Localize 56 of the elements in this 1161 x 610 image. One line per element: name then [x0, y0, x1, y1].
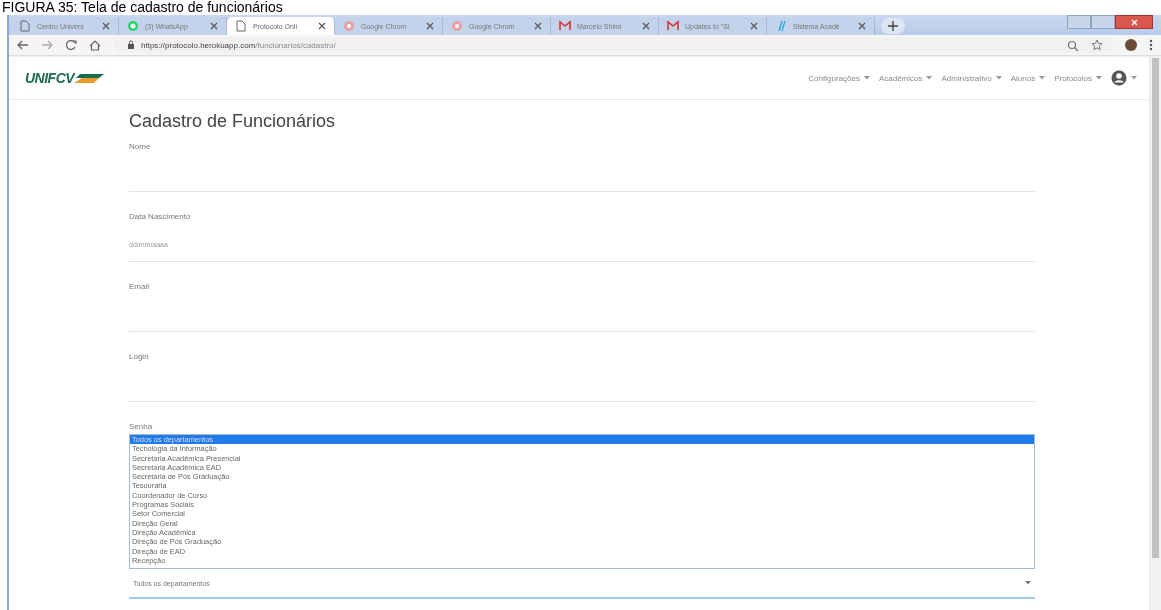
scrollbar[interactable] — [1149, 56, 1161, 610]
lock-icon — [127, 40, 135, 50]
close-icon[interactable] — [858, 22, 866, 30]
caret-icon — [995, 76, 1002, 80]
nav-menu[interactable]: Acadêmicos — [878, 73, 933, 83]
close-button[interactable] — [1115, 15, 1153, 29]
url-text: https://protocolo.herokuapp.com/funcionarios/cadastro/ — [141, 40, 336, 50]
caret-icon — [1131, 76, 1137, 80]
close-icon[interactable] — [426, 22, 434, 30]
field-label: Data Nascimento — [129, 212, 192, 223]
caret-icon — [926, 76, 933, 80]
mail-icon — [667, 20, 679, 32]
back-icon[interactable] — [17, 40, 29, 50]
user-menu[interactable] — [1111, 70, 1137, 86]
new-tab-button[interactable] — [881, 18, 905, 34]
caret-icon — [1096, 76, 1102, 80]
reload-icon[interactable] — [65, 40, 77, 50]
close-icon[interactable] — [210, 22, 218, 30]
user-icon — [1111, 70, 1127, 86]
page-icon — [235, 20, 247, 32]
address-field[interactable]: https://protocolo.herokuapp.com/funcionarios/cadastro/ — [113, 37, 1113, 53]
field-label: Nome — [129, 142, 152, 153]
close-icon[interactable] — [750, 22, 758, 30]
caret-icon — [1039, 76, 1046, 80]
profile-avatar[interactable] — [1125, 39, 1137, 51]
close-icon[interactable] — [534, 22, 542, 30]
close-icon[interactable] — [642, 22, 650, 30]
star-icon[interactable] — [1091, 39, 1103, 51]
scroll-thumb[interactable] — [1152, 58, 1159, 558]
close-icon — [1130, 18, 1138, 26]
mail-icon — [559, 20, 571, 32]
close-icon[interactable] — [318, 22, 326, 30]
nav-menu[interactable]: Protocolos — [1054, 73, 1102, 83]
nav-menu[interactable]: Alunos — [1010, 73, 1046, 83]
nav-menu[interactable]: Administrativo — [941, 73, 1002, 83]
page-icon — [19, 20, 31, 32]
unifcv-logo[interactable]: UNIFCV — [25, 70, 105, 86]
globe-icon — [451, 20, 463, 32]
zoom-icon[interactable] — [1067, 39, 1079, 51]
plus-icon — [888, 21, 898, 31]
home-icon[interactable] — [89, 39, 101, 51]
close-icon[interactable] — [102, 22, 110, 30]
nav-menu[interactable]: Configurações — [808, 73, 870, 83]
caret-icon — [863, 76, 870, 80]
wing-icon — [74, 73, 105, 83]
field-label: Email — [129, 282, 150, 293]
caret-icon — [1025, 581, 1031, 585]
chat-icon — [127, 20, 139, 32]
globe-icon — [343, 20, 355, 32]
field-label: Login — [129, 352, 150, 363]
slash-icon — [775, 20, 787, 32]
page-title: Cadastro de Funcionários — [129, 110, 337, 132]
figure-caption: FIGURA 35: Tela de cadastro de funcionários — [1, 0, 283, 15]
department-listbox[interactable] — [129, 434, 1035, 569]
more-icon[interactable] — [1149, 39, 1153, 51]
field-label: Senha — [129, 422, 154, 433]
